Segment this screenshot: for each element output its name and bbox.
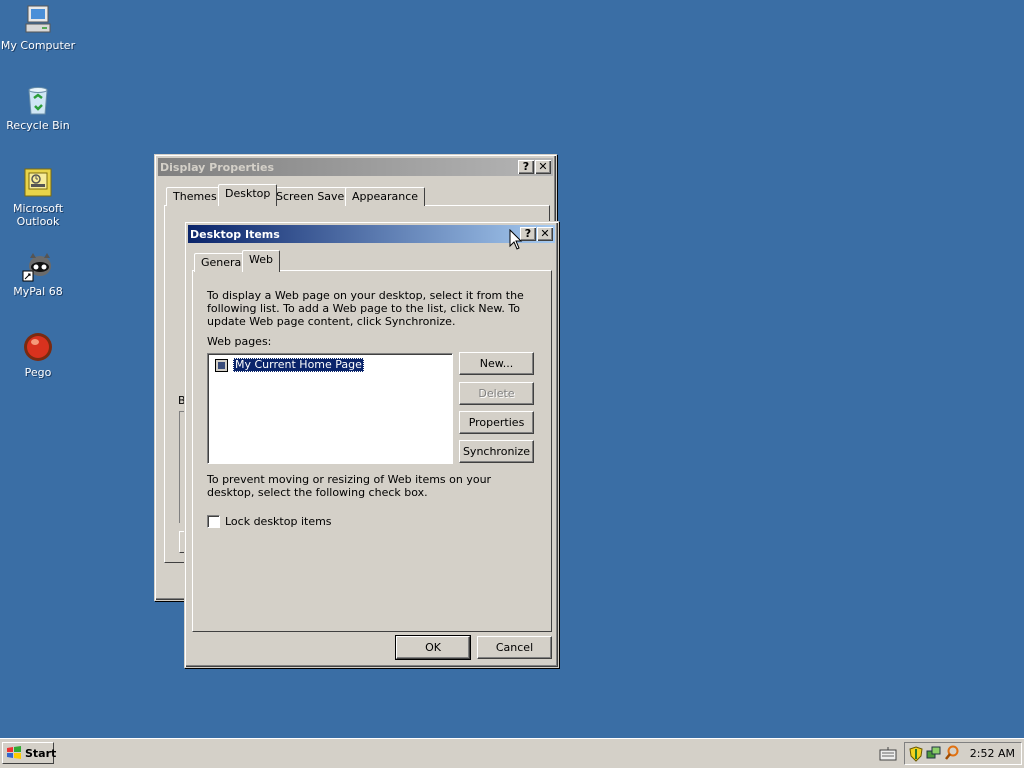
desktop-icon-outlook[interactable]: Microsoft Outlook (0, 167, 76, 228)
pego-icon (22, 331, 54, 363)
desktop-icon-pego[interactable]: Pego (0, 331, 76, 379)
delete-button[interactable]: Delete (459, 382, 534, 405)
list-item-label: My Current Home Page (233, 358, 364, 372)
mypal-icon (22, 250, 54, 282)
desktop-items-dialog: Desktop Items ? ✕ General Web To display… (184, 221, 559, 668)
search-icon[interactable] (944, 745, 960, 764)
close-button[interactable]: ✕ (535, 160, 551, 174)
system-tray: 2:52 AM (904, 742, 1022, 765)
tab-themes[interactable]: Themes (166, 187, 224, 206)
network-icon[interactable] (926, 745, 942, 764)
recycle-bin-icon (22, 84, 54, 116)
web-pages-label: Web pages: (207, 335, 272, 348)
lock-desktop-items-checkbox[interactable] (207, 515, 220, 528)
desktop-icon-label: Microsoft Outlook (12, 202, 64, 228)
lock-desktop-items-label[interactable]: Lock desktop items (225, 515, 332, 528)
synchronize-button[interactable]: Synchronize (459, 440, 534, 463)
list-item[interactable]: My Current Home Page (215, 358, 364, 372)
desktop-icon-my-computer[interactable]: My Computer (0, 4, 76, 52)
help-button[interactable]: ? (518, 160, 534, 174)
start-button[interactable]: Start (2, 742, 57, 764)
desktop-icon-label: My Computer (0, 39, 76, 52)
clock[interactable]: 2:52 AM (970, 747, 1015, 760)
new-button[interactable]: New... (459, 352, 534, 375)
display-properties-titlebar[interactable]: Display Properties ? ✕ (158, 158, 553, 176)
desktop-icon-label: Recycle Bin (6, 119, 70, 132)
computer-icon (22, 4, 54, 36)
desktop-icon-label: MyPal 68 (13, 285, 63, 298)
start-label: Start (25, 746, 57, 760)
window-title: Display Properties (160, 160, 275, 174)
tab-desktop[interactable]: Desktop (218, 184, 278, 206)
web-pages-list[interactable]: My Current Home Page (207, 353, 453, 464)
tab-appearance[interactable]: Appearance (345, 187, 426, 206)
window-title: Desktop Items (190, 227, 280, 241)
desktop-icon-recycle-bin[interactable]: Recycle Bin (0, 84, 76, 132)
shield-icon[interactable] (909, 746, 923, 765)
desktop-icon-label: Pego (24, 366, 52, 379)
windows-logo-icon (6, 746, 22, 760)
outlook-icon (22, 167, 54, 199)
lock-description: To prevent moving or resizing of Web ite… (207, 473, 492, 499)
list-item-checkbox[interactable] (215, 358, 228, 372)
tab-web[interactable]: Web (242, 250, 280, 272)
desktop-icon-mypal[interactable]: MyPal 68 (0, 250, 76, 298)
cancel-button[interactable]: Cancel (477, 636, 552, 659)
tab-screen-saver[interactable]: Screen Saver (269, 187, 356, 206)
mouse-cursor (509, 228, 523, 254)
close-button[interactable]: ✕ (537, 227, 553, 241)
ok-button[interactable]: OK (395, 635, 471, 660)
taskbar: Start 2:52 AM (0, 738, 1024, 768)
properties-button[interactable]: Properties (459, 411, 534, 434)
intro-text: To display a Web page on your desktop, s… (207, 289, 524, 328)
desktop-items-titlebar[interactable]: Desktop Items ? ✕ (188, 225, 555, 243)
keyboard-icon[interactable] (879, 747, 897, 764)
